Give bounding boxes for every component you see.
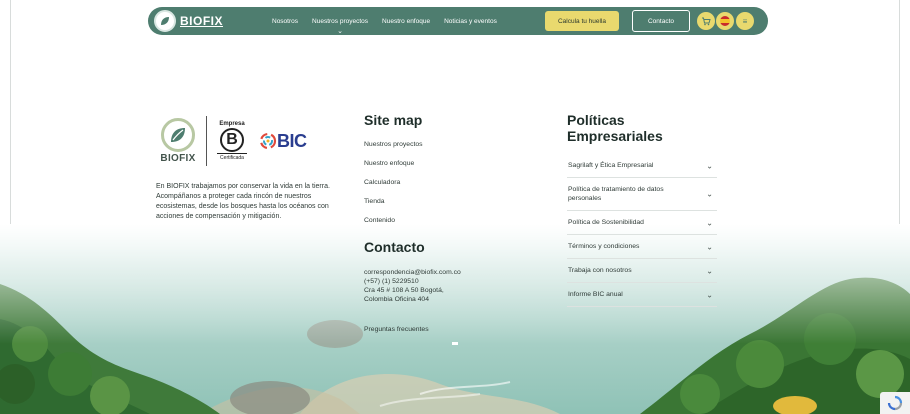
biofix-logo[interactable]: BIOFIX [156,118,200,164]
sitemap-link-tienda[interactable]: Tienda [364,197,524,216]
footer-policies-column: Políticas Empresariales Sagrilaft y Étic… [567,112,717,307]
contact-email[interactable]: correspondencia@biofix.com.co [364,268,524,277]
recaptcha-icon [887,395,903,411]
policy-item-sagrilaft[interactable]: Sagrilaft y Ética Empresarial ⌄ [567,154,717,178]
spain-flag-icon[interactable] [716,12,734,30]
navbar-logo-text: BIOFIX [180,14,224,28]
policies-title-line2: Empresariales [567,128,663,144]
bic-logo-text: BIC [277,130,307,151]
policy-item-label: Términos y condiciones [568,243,640,250]
footer-sitemap-column: Site map Nuestros proyectos Nuestro enfo… [364,112,524,333]
policy-item-terminos[interactable]: Términos y condiciones ⌄ [567,235,717,259]
bic-logo: BIC [259,131,307,152]
bcorp-top-text: Empresa [219,121,245,127]
policy-item-trabaja[interactable]: Trabaja con nosotros ⌄ [567,259,717,283]
policies-accordion: Sagrilaft y Ética Empresarial ⌄ Política… [567,154,717,307]
nav-item-nuestro-enfoque[interactable]: Nuestro enfoque [382,18,430,25]
sitemap-title: Site map [364,112,423,128]
chevron-down-icon: ⌄ [706,290,713,299]
navbar-logo[interactable]: BIOFIX [154,10,223,32]
sitemap-links: Nuestros proyectos Nuestro enfoque Calcu… [364,140,524,235]
nav-item-nosotros[interactable]: Nosotros [272,18,298,25]
brand-logos: BIOFIX Empresa B Certificada BIC [156,110,346,172]
bcorp-b-letter: B [220,128,244,152]
top-navbar: BIOFIX Nosotros Nuestros proyectos ⌄ Nue… [148,7,768,35]
chevron-down-icon: ⌄ [337,27,343,35]
calcula-huella-button[interactable]: Calcula tu huella [545,11,619,31]
policy-item-datos-personales[interactable]: Política de tratamiento de datos persona… [567,178,717,211]
nav-item-noticias-eventos[interactable]: Noticias y eventos [444,18,497,25]
policy-item-sostenibilidad[interactable]: Política de Sostenibilidad ⌄ [567,211,717,235]
bcorp-logo: Empresa B Certificada [213,121,251,161]
navbar-menu: Nosotros Nuestros proyectos ⌄ Nuestro en… [272,7,511,35]
contact-title: Contacto [364,239,425,255]
contact-address-line1: Cra 45 # 108 A 50 Bogotá, [364,287,444,294]
policy-item-label: Trabaja con nosotros [568,267,632,274]
policy-item-label: Sagrilaft y Ética Empresarial [568,162,654,169]
biofix-leaf-icon [154,10,176,32]
biofix-logo-text: BIOFIX [160,153,196,164]
sitemap-link-calculadora[interactable]: Calculadora [364,178,524,197]
bic-swirl-icon [259,132,277,150]
chevron-down-icon: ⌄ [706,218,713,227]
contacto-button[interactable]: Contacto [632,10,690,32]
nav-item-label: Nuestros proyectos [312,17,369,25]
faq-link[interactable]: Preguntas frecuentes [364,326,524,333]
chevron-down-icon: ⌄ [706,266,713,275]
contact-address-line2: Colombia Oficina 404 [364,296,429,303]
policies-title: Políticas Empresariales [567,112,717,144]
contact-phone[interactable]: (+57) (1) 5229510 [364,277,524,286]
policy-item-informe-bic[interactable]: Informe BIC anual ⌄ [567,283,717,307]
policy-item-label: Informe BIC anual [568,291,623,298]
policy-item-label: Política de tratamiento de datos persona… [568,186,664,202]
contact-info: correspondencia@biofix.com.co (+57) (1) … [364,268,524,304]
footer-brand-column: BIOFIX Empresa B Certificada BIC En BIOF… [156,110,346,222]
chevron-down-icon: ⌄ [706,189,713,199]
logo-divider [206,116,207,166]
cart-icon[interactable] [697,12,715,30]
biofix-leaf-icon [161,118,195,152]
recaptcha-badge[interactable] [880,392,910,414]
chevron-down-icon: ⌄ [706,242,713,251]
bcorp-bottom-text: Certificada [220,155,244,161]
policy-item-label: Política de Sostenibilidad [568,219,644,226]
flag-graphic [720,16,730,26]
sitemap-link-proyectos[interactable]: Nuestros proyectos [364,140,524,159]
brand-description: En BIOFIX trabajamos por conservar la vi… [156,183,330,220]
sitemap-link-enfoque[interactable]: Nuestro enfoque [364,159,524,178]
menu-icon[interactable]: ≡ [736,12,754,30]
chevron-down-icon: ⌄ [706,161,713,170]
policies-title-line1: Políticas [567,112,625,128]
nav-item-nuestros-proyectos[interactable]: Nuestros proyectos ⌄ [312,17,369,35]
sitemap-link-contenido[interactable]: Contenido [364,216,524,235]
bcorp-underline [217,153,247,154]
